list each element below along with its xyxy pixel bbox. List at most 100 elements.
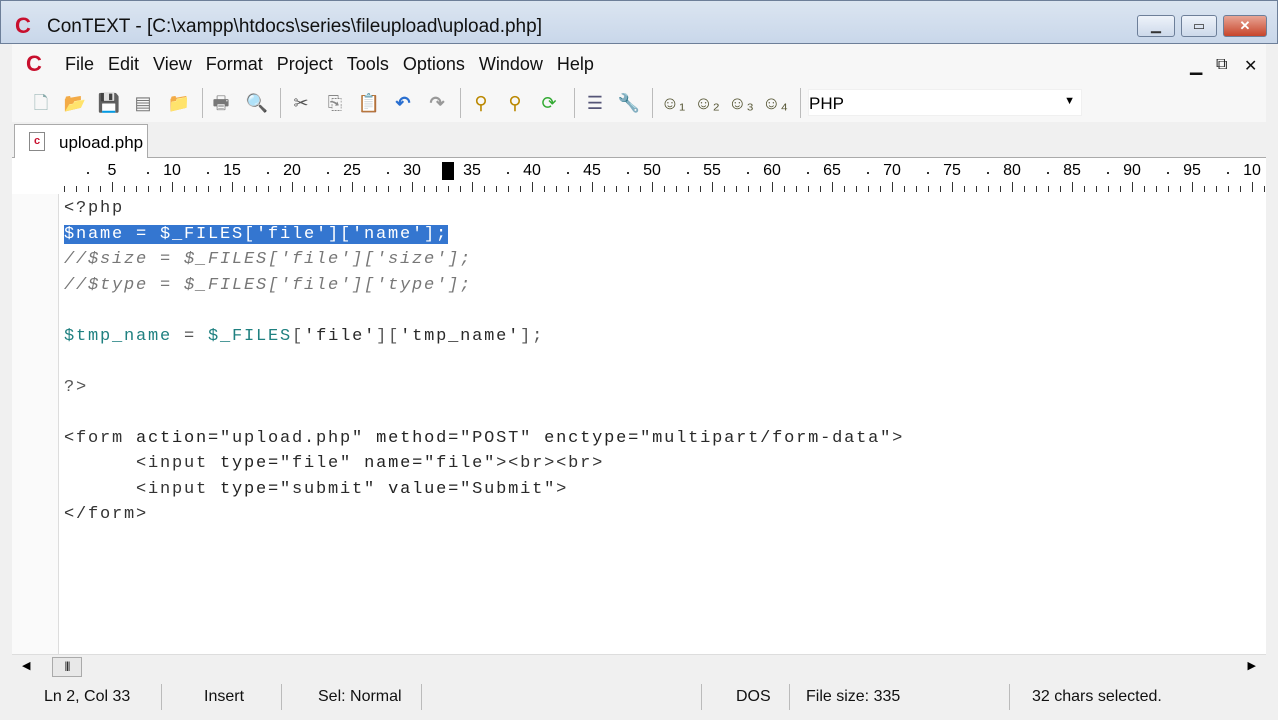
ruler-tick	[484, 186, 485, 192]
ruler-tick	[436, 186, 437, 192]
user-command-3-icon[interactable]: ☺₃	[728, 90, 754, 116]
scroll-right-icon[interactable]: ▶	[1248, 659, 1256, 672]
code-area[interactable]: <?php $name = $_FILES['file']['name']; //$…	[64, 196, 904, 528]
open-folder-icon[interactable]: 📁	[166, 90, 192, 116]
minimize-button[interactable]: ▁	[1137, 15, 1175, 37]
code-line[interactable]: $name = $_FILES['file']['name'];	[64, 222, 904, 248]
ruler-tick	[340, 186, 341, 192]
code-line[interactable]: $tmp_name = $_FILES['file']['tmp_name'];	[64, 324, 904, 350]
new-file-icon[interactable]: 🗋	[28, 90, 54, 116]
ruler-tick	[352, 182, 353, 192]
find-icon[interactable]: ⚲	[468, 90, 494, 116]
paste-icon[interactable]: 📋	[356, 90, 382, 116]
code-line[interactable]: //$size = $_FILES['file']['size'];	[64, 247, 904, 273]
menu-file[interactable]: File	[58, 54, 101, 75]
ruler-tick	[1192, 182, 1193, 192]
toolbar: 🗋 📂 💾 ▤ 📁 🖶 🔍 ✂ ⎘ 📋 ↶ ↷ ⚲ ⚲ ⟳ ☰ 🔧 ☺₁ ☺₂ …	[12, 84, 1266, 122]
print-preview-icon[interactable]: 🔍	[244, 90, 270, 116]
redo-icon[interactable]: ↷	[424, 90, 450, 116]
ruler-tick	[196, 186, 197, 192]
code-token: "file"	[280, 454, 353, 473]
find-next-icon[interactable]: ⚲	[502, 90, 528, 116]
user-command-2-icon[interactable]: ☺₂	[694, 90, 720, 116]
scroll-left-icon[interactable]: ◀	[22, 659, 30, 672]
status-bar: Ln 2, Col 33 Insert Sel: Normal DOS File…	[12, 682, 1266, 712]
ruler-tick	[1228, 186, 1229, 192]
ruler-dot	[807, 172, 809, 174]
tab-upload-php[interactable]: c upload.php	[14, 124, 148, 158]
ruler-label: 20	[283, 162, 301, 179]
column-ruler: 5 10 15 20 25 30 35 40 45 50 55 60 65 70 75 80 85 90 95 10	[12, 158, 1266, 194]
ruler-tick	[724, 186, 725, 192]
ruler-label: 55	[703, 162, 721, 179]
doc-minimize-button[interactable]: ▁	[1190, 56, 1202, 76]
ruler-tick	[856, 186, 857, 192]
ruler-tick	[712, 182, 713, 192]
ruler-dot	[507, 172, 509, 174]
selected-text: $name = $_FILES['file']['name'];	[64, 224, 449, 244]
open-icon[interactable]: 📂	[62, 90, 88, 116]
ruler-tick	[820, 186, 821, 192]
code-token: 'tmp_name'	[400, 326, 521, 346]
ruler-tick	[160, 186, 161, 192]
ruler-tick	[532, 182, 533, 192]
language-select[interactable]: PHP ▼	[808, 89, 1082, 116]
code-line[interactable]	[64, 400, 904, 426]
code-token: ][	[376, 326, 401, 346]
menu-format[interactable]: Format	[199, 54, 270, 75]
undo-icon[interactable]: ↶	[390, 90, 416, 116]
scroll-thumb[interactable]: |||	[52, 657, 82, 677]
status-file-size: File size: 335	[790, 684, 1010, 710]
menu-project[interactable]: Project	[270, 54, 340, 75]
code-token: "POST"	[460, 428, 533, 448]
code-token: $tmp_name	[64, 326, 173, 346]
code-line[interactable]: <form action="upload.php" method="POST" …	[64, 426, 904, 452]
tools-icon[interactable]: 🔧	[616, 90, 642, 116]
ruler-tick	[544, 186, 545, 192]
ruler-tick	[376, 186, 377, 192]
copy-icon[interactable]: ⎘	[322, 90, 348, 116]
format-icon[interactable]: ☰	[582, 90, 608, 116]
code-line[interactable]	[64, 298, 904, 324]
maximize-button[interactable]: ▭	[1181, 15, 1217, 37]
menu-help[interactable]: Help	[550, 54, 601, 75]
cut-icon[interactable]: ✂	[288, 90, 314, 116]
user-command-1-icon[interactable]: ☺₁	[660, 90, 686, 116]
ruler-tick	[256, 186, 257, 192]
chevron-down-icon: ▼	[1064, 95, 1075, 107]
code-line[interactable]: <input type="file" name="file"><br><br>	[64, 451, 904, 477]
code-line[interactable]	[64, 349, 904, 375]
ruler-tick	[700, 186, 701, 192]
code-token: ><br><br>	[496, 454, 605, 473]
ruler-dot	[567, 172, 569, 174]
horizontal-scrollbar[interactable]: ◀ ||| ▶	[12, 654, 1266, 678]
menu-window[interactable]: Window	[472, 54, 550, 75]
code-line[interactable]: </form>	[64, 502, 904, 528]
code-line[interactable]: //$type = $_FILES['file']['type'];	[64, 273, 904, 299]
menu-tools[interactable]: Tools	[340, 54, 396, 75]
code-editor[interactable]: <?php $name = $_FILES['file']['name']; //$…	[12, 194, 1266, 654]
replace-icon[interactable]: ⟳	[536, 90, 562, 116]
doc-logo-icon[interactable]: C	[26, 51, 42, 77]
doc-restore-button[interactable]: ⧉	[1216, 56, 1227, 74]
code-token: =	[172, 326, 209, 346]
menu-view[interactable]: View	[146, 54, 199, 75]
menu-edit[interactable]: Edit	[101, 54, 146, 75]
save-all-icon[interactable]: ▤	[130, 90, 156, 116]
close-button[interactable]: ✕	[1223, 15, 1267, 37]
print-icon[interactable]: 🖶	[208, 90, 234, 116]
ruler-label: 65	[823, 162, 841, 179]
user-command-4-icon[interactable]: ☺₄	[762, 90, 788, 116]
menu-options[interactable]: Options	[396, 54, 472, 75]
ruler-label: 15	[223, 162, 241, 179]
ruler-tick	[916, 186, 917, 192]
code-line[interactable]: <?php	[64, 196, 904, 222]
code-line[interactable]: <input type="submit" value="Submit">	[64, 477, 904, 503]
save-icon[interactable]: 💾	[96, 90, 122, 116]
ruler-label: 30	[403, 162, 421, 179]
code-line[interactable]: ?>	[64, 375, 904, 401]
ruler-tick	[748, 186, 749, 192]
ruler-tick	[976, 186, 977, 192]
status-mode: Insert	[162, 684, 282, 710]
doc-close-button[interactable]: ✕	[1244, 56, 1257, 76]
